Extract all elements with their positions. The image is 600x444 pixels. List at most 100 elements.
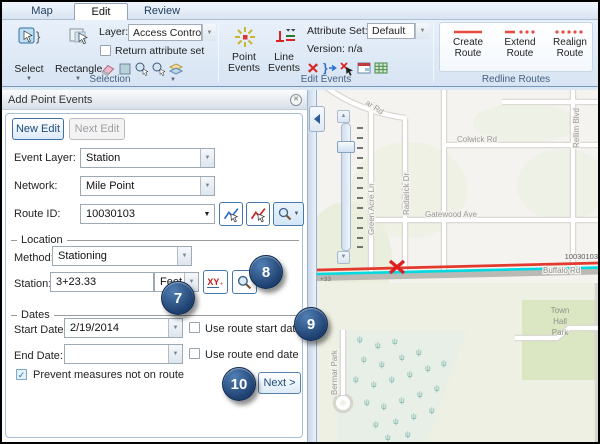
use-route-end-date-checkbox[interactable] xyxy=(189,348,200,359)
method-label: Method: xyxy=(14,252,54,264)
map-canvas: ψψψ ψψψ ψψψ ψψψ ψψψ ψψψ ψψψ ψψψ xyxy=(317,90,599,442)
ribbon-tab-bar: Map Edit Review xyxy=(2,2,598,20)
application-window: Map Edit Review } Select ▼ xyxy=(0,0,600,444)
green-acre-ln-label: Green Acre Ln xyxy=(367,183,376,235)
start-date-value: 2/19/2014 xyxy=(65,322,168,334)
event-layer-dropdown-icon[interactable]: ▼ xyxy=(200,149,214,167)
network-combobox[interactable]: Mile Point ▼ xyxy=(80,176,215,196)
map-view[interactable]: ψψψ ψψψ ψψψ ψψψ ψψψ ψψψ ψψψ ψψψ xyxy=(316,90,598,442)
attribute-set-value: Default xyxy=(368,25,414,37)
select-route-on-map-button[interactable] xyxy=(219,202,243,226)
route-search-button[interactable]: ▼ xyxy=(273,202,304,226)
route-id-dropdown-icon[interactable]: ▼ xyxy=(200,211,214,218)
svg-text:ψ: ψ xyxy=(425,364,431,373)
gatewood-ave-label: Gatewood Ave xyxy=(425,210,477,219)
next-button[interactable]: Next > xyxy=(258,372,301,394)
station-value: 3+23.33 xyxy=(51,276,153,288)
park-label-town: Town xyxy=(551,306,570,315)
colwick-rd-label: Colwick Rd xyxy=(457,135,497,144)
end-date-dropdown-icon[interactable]: ▼ xyxy=(168,345,182,363)
tab-edit[interactable]: Edit xyxy=(74,3,128,20)
unselect-route-on-map-button[interactable] xyxy=(246,202,270,226)
layer-dropdown-icon[interactable]: ▼ xyxy=(202,24,216,41)
tab-review[interactable]: Review xyxy=(134,3,190,20)
zoom-in-button[interactable]: ▲ xyxy=(337,110,350,123)
method-dropdown-icon[interactable]: ▼ xyxy=(177,247,191,265)
panel-splitter[interactable] xyxy=(308,90,316,442)
realign-route-icon xyxy=(553,27,587,37)
start-date-picker[interactable]: 2/19/2014 ▼ xyxy=(64,318,183,338)
route-id-value: 10030103 xyxy=(81,208,200,220)
callout-10: 10 xyxy=(222,367,256,401)
attribute-set-dropdown-icon[interactable]: ▼ xyxy=(415,23,429,39)
use-route-start-date-checkbox[interactable] xyxy=(189,322,200,333)
extend-route-button[interactable]: Extend Route xyxy=(496,27,544,71)
route-id-combobox[interactable]: 10030103 ▼ xyxy=(80,204,215,224)
selection-group-label: Selection xyxy=(2,74,218,85)
svg-text:ψ: ψ xyxy=(379,360,385,369)
method-combobox[interactable]: Stationing ▼ xyxy=(52,246,192,266)
network-dropdown-icon[interactable]: ▼ xyxy=(200,177,214,195)
svg-text:ψ: ψ xyxy=(385,433,391,442)
radarick-dr-label: Radarick Dr xyxy=(402,172,411,215)
network-value: Mile Point xyxy=(81,180,200,192)
svg-text:ψ: ψ xyxy=(399,396,405,405)
collapse-panel-button[interactable] xyxy=(309,106,325,132)
end-date-picker[interactable]: ▼ xyxy=(64,344,183,364)
zoom-slider-handle[interactable] xyxy=(337,141,355,153)
edit-events-group-label: Edit Events xyxy=(219,74,433,85)
callout-8: 8 xyxy=(249,255,283,289)
select-button[interactable]: } Select ▼ xyxy=(6,23,52,81)
create-route-icon xyxy=(451,27,485,37)
create-route-button[interactable]: Create Route xyxy=(444,27,492,71)
layer-value: Access Control xyxy=(129,27,201,39)
layer-combobox[interactable]: Access Control xyxy=(128,24,202,41)
station-input[interactable]: 3+23.33 xyxy=(50,272,154,292)
route-search-caret-icon: ▼ xyxy=(294,211,300,217)
event-layer-combobox[interactable]: Station ▼ xyxy=(80,148,215,168)
point-events-button[interactable]: Point Events xyxy=(225,23,263,81)
extend-route-icon xyxy=(503,27,537,37)
ribbon-group-edit-events: Point Events Line Events Attribute Set: … xyxy=(219,20,433,86)
buffalo-rd-label: Buffalo Rd xyxy=(543,266,580,275)
attribute-set-combobox[interactable]: Default xyxy=(367,23,415,39)
dates-group-line xyxy=(11,315,299,316)
select-route-red-icon xyxy=(250,206,267,223)
close-icon[interactable]: ✕ xyxy=(290,94,302,106)
route-number-label: 10030103 xyxy=(565,252,598,261)
new-edit-button[interactable]: New Edit xyxy=(12,118,64,140)
dates-group-label: Dates xyxy=(17,309,54,321)
svg-text:ψ: ψ xyxy=(399,353,405,362)
end-date-label: End Date: xyxy=(14,350,63,362)
rectangle-icon xyxy=(68,26,92,48)
svg-text:ψ: ψ xyxy=(434,384,440,393)
svg-text:ψ: ψ xyxy=(429,406,435,415)
rellim-blvd-label: Rellim Blvd xyxy=(572,108,581,148)
line-events-button[interactable]: Line Events xyxy=(265,23,303,81)
create-route-label: Create Route xyxy=(444,37,492,59)
svg-text:ψ: ψ xyxy=(361,355,367,364)
extend-route-label: Extend Route xyxy=(496,37,544,59)
tab-map[interactable]: Map xyxy=(18,3,66,20)
prevent-measures-checkbox[interactable]: ✓ xyxy=(16,369,27,380)
svg-text:ψ: ψ xyxy=(371,380,377,389)
realign-route-button[interactable]: Realign Route xyxy=(548,27,592,71)
svg-text:ψ: ψ xyxy=(373,420,379,429)
next-edit-button[interactable]: Next Edit xyxy=(69,118,125,140)
panel-title: Add Point Events xyxy=(8,90,92,110)
rectangle-button[interactable]: Rectangle ▼ xyxy=(54,23,102,81)
redline-routes-box: Create Route Extend Route Realign R xyxy=(439,22,593,72)
attribute-set-label: Attribute Set: xyxy=(307,25,368,37)
zoom-out-button[interactable]: ▼ xyxy=(337,251,350,264)
start-date-dropdown-icon[interactable]: ▼ xyxy=(168,319,182,337)
svg-text:ψ: ψ xyxy=(416,348,422,357)
bermar-park-label: Bermar Park xyxy=(330,349,339,395)
svg-text:ψ: ψ xyxy=(407,370,413,379)
point-events-icon xyxy=(234,26,256,48)
return-attribute-set-checkbox[interactable] xyxy=(100,45,111,56)
svg-text:ψ: ψ xyxy=(353,375,359,384)
xy-locate-button[interactable]: XY₊ xyxy=(203,270,228,294)
select-icon: } xyxy=(18,26,42,48)
svg-text:ψ: ψ xyxy=(357,335,363,344)
point-events-label: Point Events xyxy=(226,52,262,74)
